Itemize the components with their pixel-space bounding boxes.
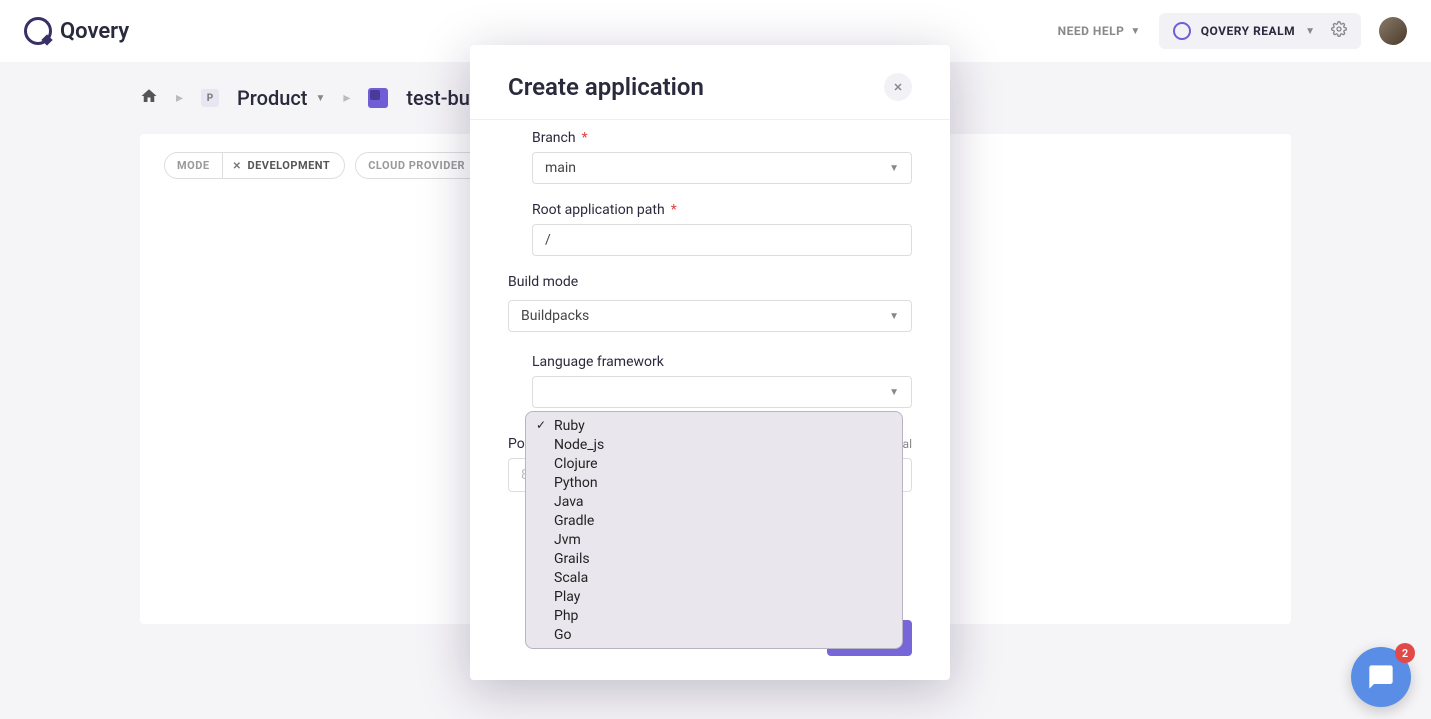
org-name: QOVERY REALM (1201, 24, 1295, 38)
mode-value-text: DEVELOPMENT (247, 159, 330, 172)
org-selector[interactable]: QOVERY REALM ▼ (1159, 13, 1361, 49)
mode-tag-value: DEVELOPMENT (223, 153, 345, 178)
chevron-down-icon: ▼ (889, 163, 899, 174)
dropdown-option[interactable]: Play (526, 587, 902, 606)
root-label-text: Root application path (532, 202, 665, 218)
chevron-down-icon: ▼ (889, 387, 899, 398)
required-star: * (582, 130, 588, 146)
dropdown-option[interactable]: Scala (526, 568, 902, 587)
chat-icon (1367, 663, 1395, 691)
need-help-label: NEED HELP (1058, 24, 1125, 38)
branch-label-text: Branch (532, 130, 576, 146)
root-path-input[interactable] (532, 224, 912, 256)
dropdown-option[interactable]: Clojure (526, 454, 902, 473)
chevron-down-icon: ▼ (1130, 26, 1140, 37)
breadcrumb-project[interactable]: Product ▼ (237, 86, 325, 110)
chevron-down-icon: ▼ (1305, 26, 1315, 37)
chevron-right-icon: ▸ (343, 90, 350, 106)
framework-label-text: Language framework (532, 354, 664, 370)
close-button[interactable] (884, 73, 912, 101)
framework-value (545, 384, 548, 400)
modal-header: Create application (470, 45, 950, 119)
build-mode-label: Build mode (508, 274, 912, 290)
gear-icon[interactable] (1331, 21, 1347, 41)
dropdown-option[interactable]: Java (526, 492, 902, 511)
root-path-label: Root application path * (532, 202, 912, 218)
root-path-group: Root application path * (532, 202, 912, 256)
project-badge: P (201, 89, 219, 107)
modal-title: Create application (508, 73, 704, 101)
logo-text: Qovery (60, 19, 129, 44)
chevron-down-icon: ▼ (889, 311, 899, 322)
fab-badge: 2 (1395, 643, 1415, 663)
framework-group: Language framework ▼ (532, 354, 912, 408)
framework-label: Language framework (532, 354, 912, 370)
framework-dropdown: RubyNode_jsClojurePythonJavaGradleJvmGra… (525, 411, 903, 649)
dropdown-option[interactable]: Grails (526, 549, 902, 568)
required-star: * (671, 202, 677, 218)
dropdown-option[interactable]: Go (526, 625, 902, 644)
logo[interactable]: Qovery (24, 17, 129, 45)
dropdown-option[interactable]: Gradle (526, 511, 902, 530)
avatar[interactable] (1379, 17, 1407, 45)
dropdown-option[interactable]: Jvm (526, 530, 902, 549)
environment-icon (368, 88, 388, 108)
chevron-right-icon: ▸ (176, 90, 183, 106)
home-icon[interactable] (140, 87, 158, 109)
cloud-tag-label: CLOUD PROVIDER (356, 153, 478, 178)
dropdown-option[interactable]: Php (526, 606, 902, 625)
branch-select[interactable]: main ▼ (532, 152, 912, 184)
dropdown-option[interactable]: Python (526, 473, 902, 492)
mode-tag: MODE DEVELOPMENT (164, 152, 345, 179)
chevron-down-icon: ▼ (315, 93, 325, 104)
org-icon (1173, 22, 1191, 40)
build-mode-value: Buildpacks (521, 308, 589, 324)
dropdown-option[interactable]: Node_js (526, 435, 902, 454)
branch-group: Branch * main ▼ (532, 130, 912, 184)
topbar-right: NEED HELP ▼ QOVERY REALM ▼ (1058, 13, 1407, 49)
x-icon (233, 159, 242, 172)
branch-value: main (545, 160, 576, 176)
chat-fab[interactable]: 2 (1351, 647, 1411, 707)
branch-label: Branch * (532, 130, 912, 146)
mode-tag-label: MODE (165, 153, 223, 178)
need-help-link[interactable]: NEED HELP ▼ (1058, 24, 1141, 38)
framework-select[interactable]: ▼ (532, 376, 912, 408)
project-name: Product (237, 86, 307, 110)
close-icon (892, 81, 904, 93)
build-mode-select[interactable]: Buildpacks ▼ (508, 300, 912, 332)
qovery-logo-icon (24, 17, 52, 45)
dropdown-option[interactable]: Ruby (526, 416, 902, 435)
